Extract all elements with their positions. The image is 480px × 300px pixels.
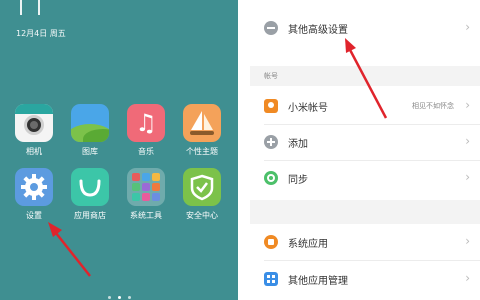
annotation-arrow-left	[48, 222, 91, 277]
divider-gap	[238, 0, 250, 300]
annotation-arrow-right	[345, 38, 388, 119]
settings-screen: 其他高级设置 › 帐号 小米帐号 相见不如怀念 › 添加 › 同步 › 系统应用	[250, 0, 480, 300]
home-screen: 12月4日 周五 相机 图库 ♫ 音乐 个性主题 设置 应用商店 系统工具 安全…	[0, 0, 238, 300]
page-indicator	[104, 294, 144, 300]
